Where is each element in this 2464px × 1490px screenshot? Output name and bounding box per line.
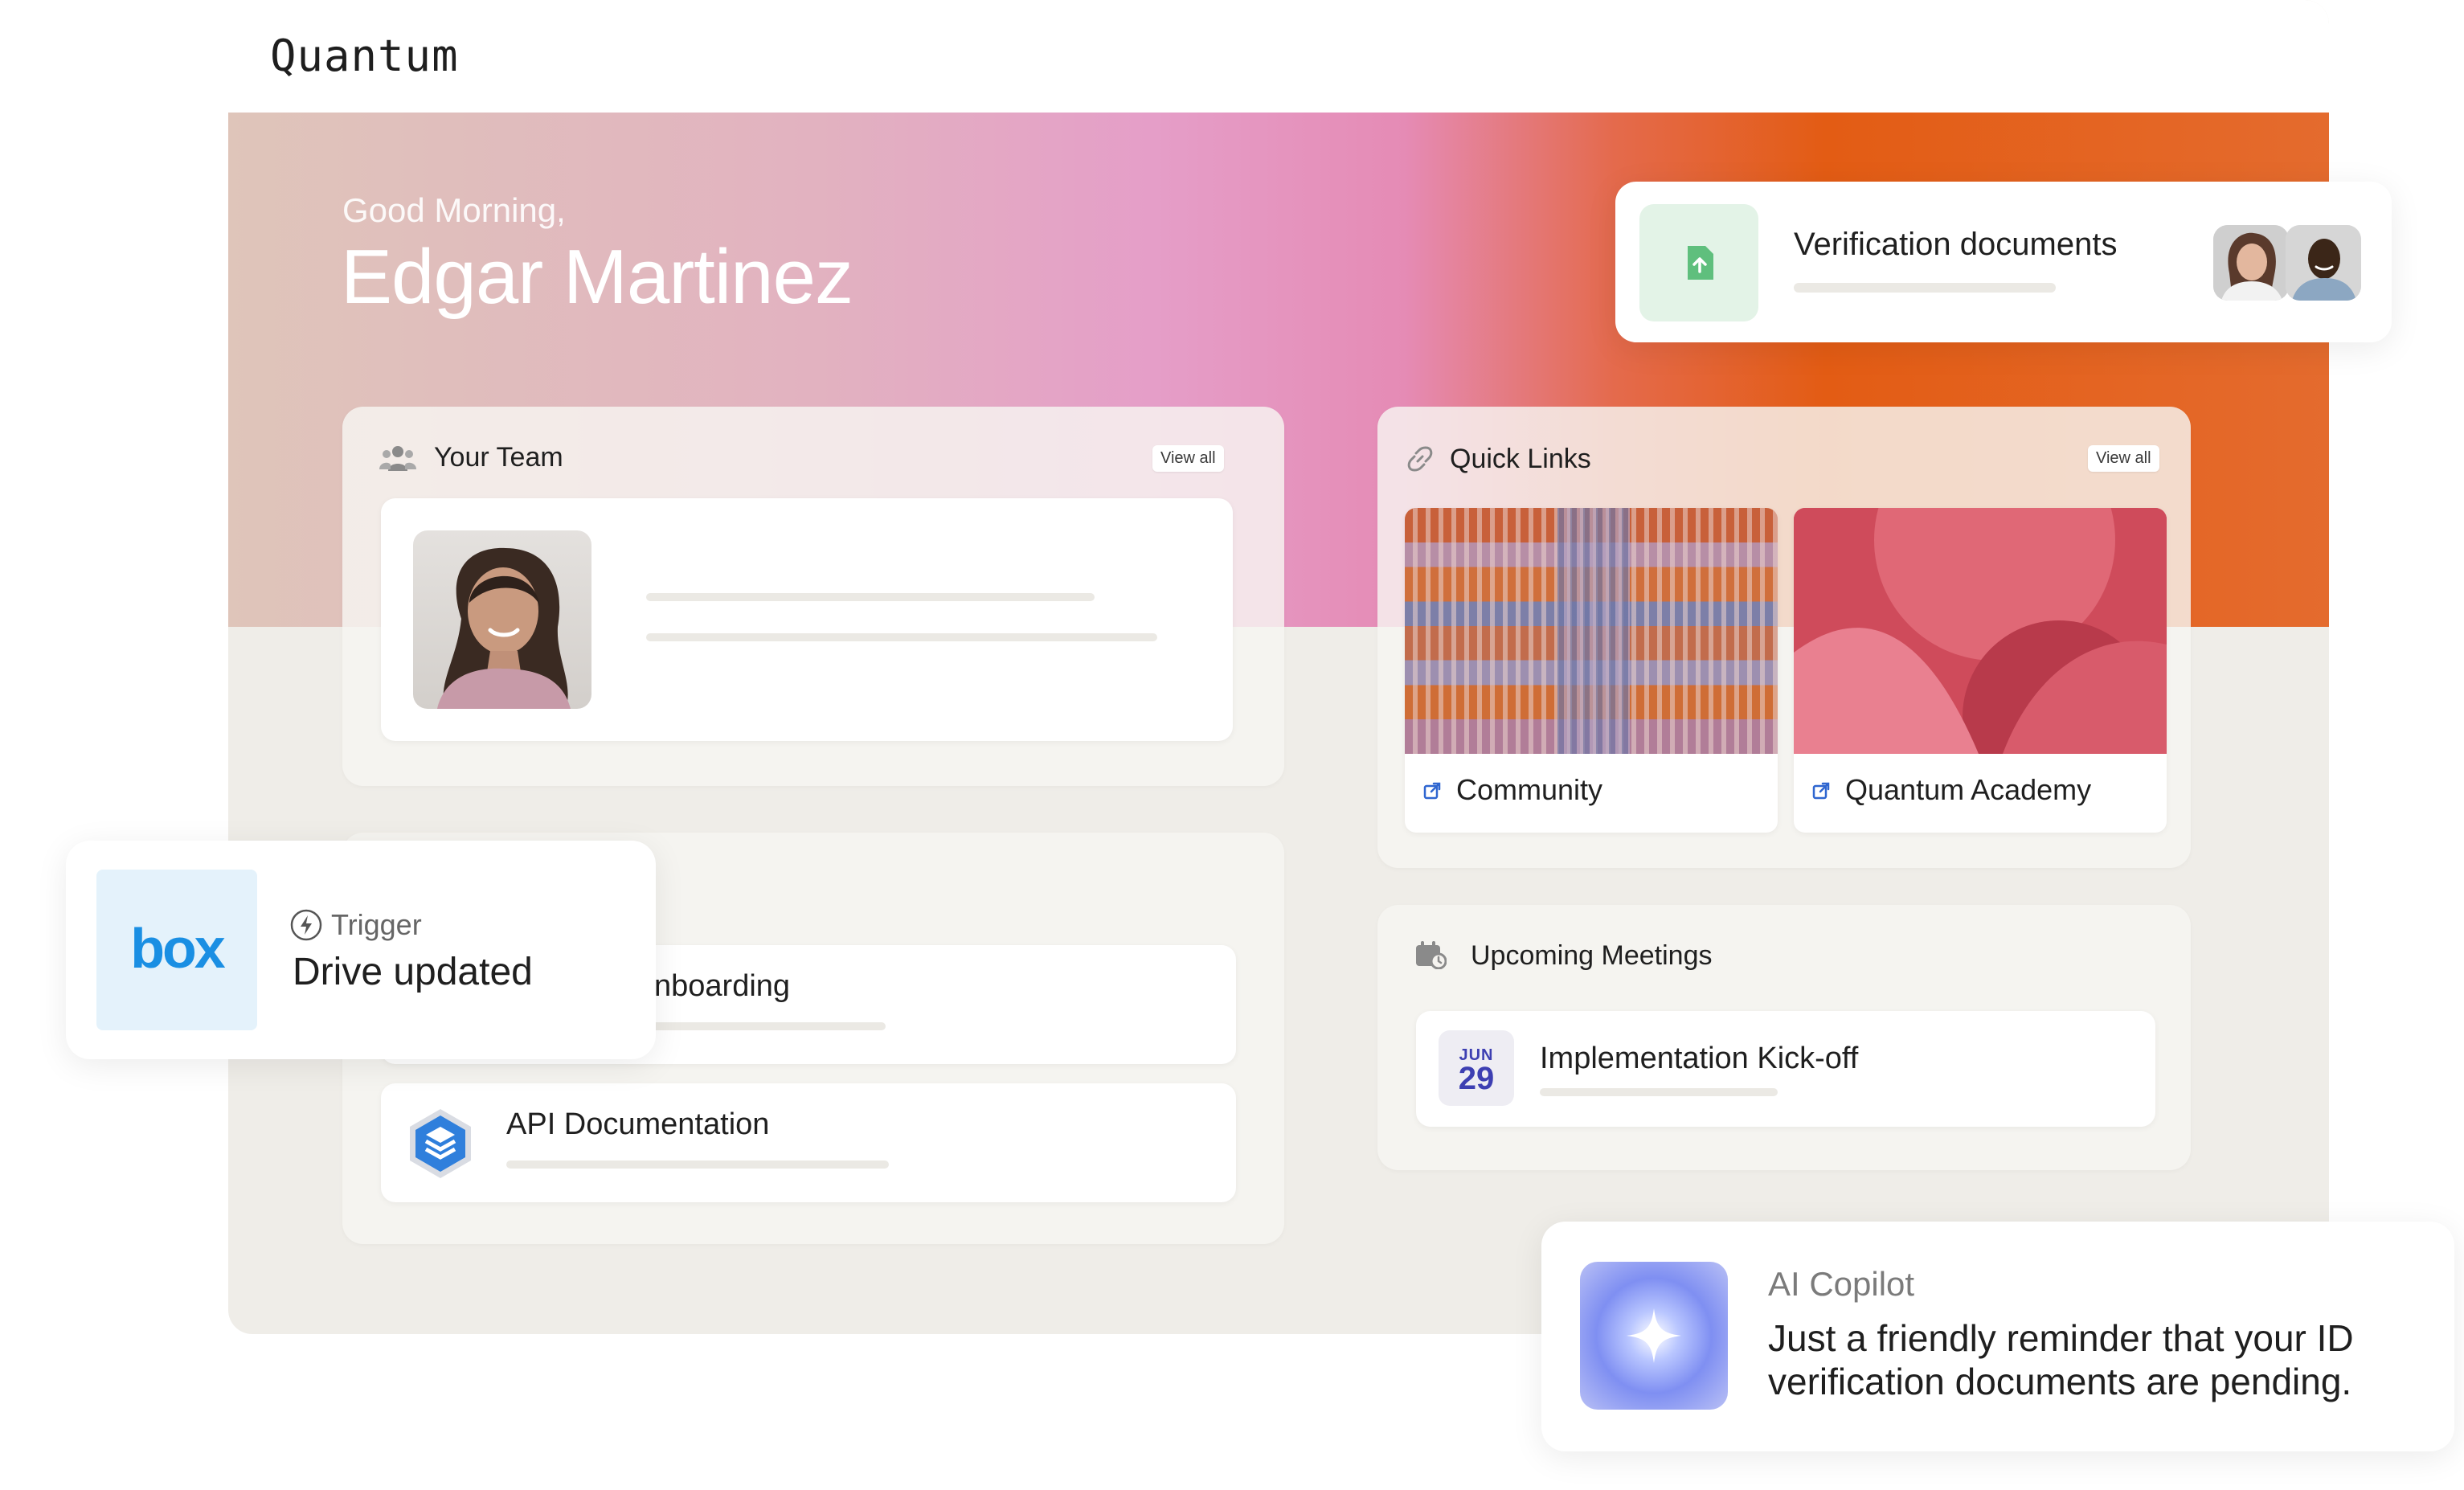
- brand-logo: Quantum: [270, 31, 459, 81]
- box-logo-tile: box: [96, 870, 257, 1030]
- team-member-card[interactable]: [381, 498, 1233, 741]
- team-view-all-button[interactable]: View all: [1152, 445, 1224, 472]
- resource-item-label: API Documentation: [506, 1107, 770, 1141]
- skeleton-line: [646, 633, 1157, 641]
- ai-copilot-card[interactable]: AI Copilot Just a friendly reminder that…: [1541, 1222, 2454, 1451]
- resource-item-api-docs[interactable]: API Documentation: [381, 1083, 1236, 1202]
- resource-item-label: nboarding: [654, 969, 791, 1003]
- quick-link-label: Quantum Academy: [1845, 773, 2092, 806]
- copilot-message-line1: Just a friendly reminder that your ID: [1768, 1317, 2354, 1359]
- meeting-title: Implementation Kick-off: [1540, 1042, 1859, 1075]
- skeleton-line: [1794, 283, 2056, 293]
- copilot-icon-tile: [1580, 1262, 1728, 1410]
- reviewer-avatar-2: [2286, 225, 2361, 301]
- box-logo: box: [130, 917, 225, 980]
- meeting-day: 29: [1458, 1061, 1495, 1096]
- skeleton-line: [506, 1160, 889, 1169]
- verification-documents-card[interactable]: Verification documents: [1615, 182, 2392, 342]
- people-icon: [379, 446, 416, 471]
- meetings-title: Upcoming Meetings: [1471, 940, 1713, 971]
- quick-links-view-all-button[interactable]: View all: [2088, 445, 2159, 472]
- meeting-date-badge: JUN 29: [1439, 1030, 1514, 1106]
- quick-link-community[interactable]: Community: [1405, 508, 1778, 833]
- layers-icon: [410, 1109, 471, 1178]
- academy-abstract-image: [1794, 508, 2167, 754]
- quick-links-title: Quick Links: [1450, 444, 1591, 474]
- sparkle-icon: [1627, 1308, 1681, 1363]
- quick-link-quantum-academy[interactable]: Quantum Academy: [1794, 508, 2167, 833]
- quick-links-panel: Quick Links View all Community Quantum A…: [1377, 407, 2191, 868]
- user-name: Edgar Martinez: [341, 234, 853, 320]
- trigger-label: Trigger: [331, 908, 422, 941]
- reviewer-avatar-1: [2213, 225, 2289, 301]
- upload-icon: [1688, 246, 1713, 280]
- lightning-icon: [290, 909, 322, 941]
- upload-icon-tile: [1639, 204, 1758, 321]
- trigger-card[interactable]: box Trigger Drive updated: [66, 841, 656, 1059]
- person-photo-icon: [2286, 225, 2361, 301]
- trigger-title: Drive updated: [293, 951, 533, 993]
- abstract-shapes-icon: [1794, 508, 2167, 754]
- person-photo-icon: [437, 547, 571, 709]
- verification-title: Verification documents: [1794, 227, 2118, 262]
- external-link-icon: [1423, 782, 1441, 800]
- app-header: Quantum: [228, 0, 2329, 113]
- pattern-block: [1557, 508, 1630, 754]
- skeleton-line: [1540, 1088, 1778, 1096]
- quick-link-label: Community: [1456, 773, 1603, 806]
- copilot-message-line2: verification documents are pending.: [1768, 1361, 2352, 1402]
- team-member-avatar: [413, 530, 591, 709]
- team-panel: Your Team View all: [342, 407, 1284, 786]
- greeting-text: Good Morning,: [342, 191, 566, 229]
- link-icon: [1407, 446, 1433, 472]
- skeleton-line: [646, 593, 1095, 601]
- meeting-item[interactable]: JUN 29 Implementation Kick-off: [1416, 1011, 2155, 1127]
- person-photo-icon: [2213, 225, 2289, 301]
- calendar-icon: [1416, 941, 1447, 969]
- copilot-label: AI Copilot: [1768, 1265, 1915, 1303]
- external-link-icon: [1812, 782, 1830, 800]
- meetings-panel: Upcoming Meetings JUN 29 Implementation …: [1377, 905, 2191, 1170]
- community-pattern-image: [1405, 508, 1778, 754]
- team-title: Your Team: [434, 442, 563, 473]
